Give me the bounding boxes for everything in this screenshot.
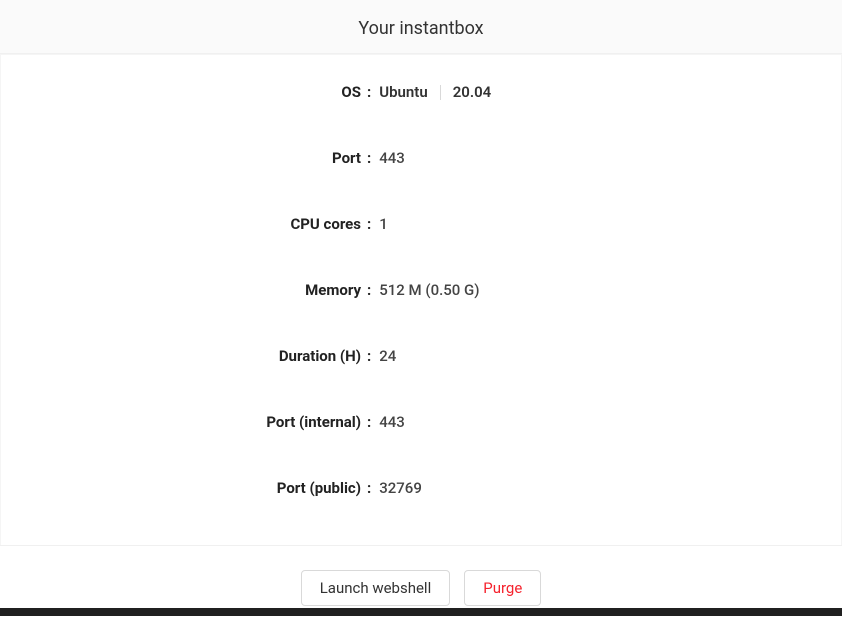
duration-value: 24 bbox=[379, 347, 396, 365]
row-port-internal: Port (internal) : 443 bbox=[1, 413, 841, 431]
port-public-label: Port (public) bbox=[1, 479, 367, 497]
colon: : bbox=[367, 479, 379, 497]
duration-label: Duration (H) bbox=[1, 347, 367, 365]
details-panel: OS : Ubuntu 20.04 Port : 443 CPU cores :… bbox=[0, 54, 842, 545]
row-os: OS : Ubuntu 20.04 bbox=[1, 83, 841, 101]
colon: : bbox=[367, 149, 379, 167]
header: Your instantbox bbox=[0, 0, 842, 54]
memory-label: Memory bbox=[1, 281, 367, 299]
port-internal-value: 443 bbox=[379, 413, 405, 431]
divider-icon bbox=[440, 85, 441, 100]
purge-button[interactable]: Purge bbox=[464, 570, 541, 606]
cpu-value: 1 bbox=[379, 215, 388, 233]
colon: : bbox=[367, 347, 379, 365]
colon: : bbox=[367, 413, 379, 431]
os-name: Ubuntu bbox=[379, 83, 427, 101]
port-label: Port bbox=[1, 149, 367, 167]
cpu-label: CPU cores bbox=[1, 215, 367, 233]
row-duration: Duration (H) : 24 bbox=[1, 347, 841, 365]
os-label: OS bbox=[1, 83, 367, 101]
colon: : bbox=[367, 83, 379, 101]
os-value-group: Ubuntu 20.04 bbox=[379, 83, 491, 101]
row-port: Port : 443 bbox=[1, 149, 841, 167]
memory-value: 512 M (0.50 G) bbox=[379, 281, 479, 299]
colon: : bbox=[367, 281, 379, 299]
row-port-public: Port (public) : 32769 bbox=[1, 479, 841, 497]
launch-webshell-button[interactable]: Launch webshell bbox=[301, 570, 451, 606]
colon: : bbox=[367, 215, 379, 233]
row-cpu: CPU cores : 1 bbox=[1, 215, 841, 233]
port-value: 443 bbox=[379, 149, 405, 167]
os-version: 20.04 bbox=[453, 83, 492, 101]
page-title: Your instantbox bbox=[358, 18, 483, 39]
port-public-value: 32769 bbox=[379, 479, 422, 497]
row-memory: Memory : 512 M (0.50 G) bbox=[1, 281, 841, 299]
port-internal-label: Port (internal) bbox=[1, 413, 367, 431]
taskbar[interactable] bbox=[0, 608, 842, 616]
